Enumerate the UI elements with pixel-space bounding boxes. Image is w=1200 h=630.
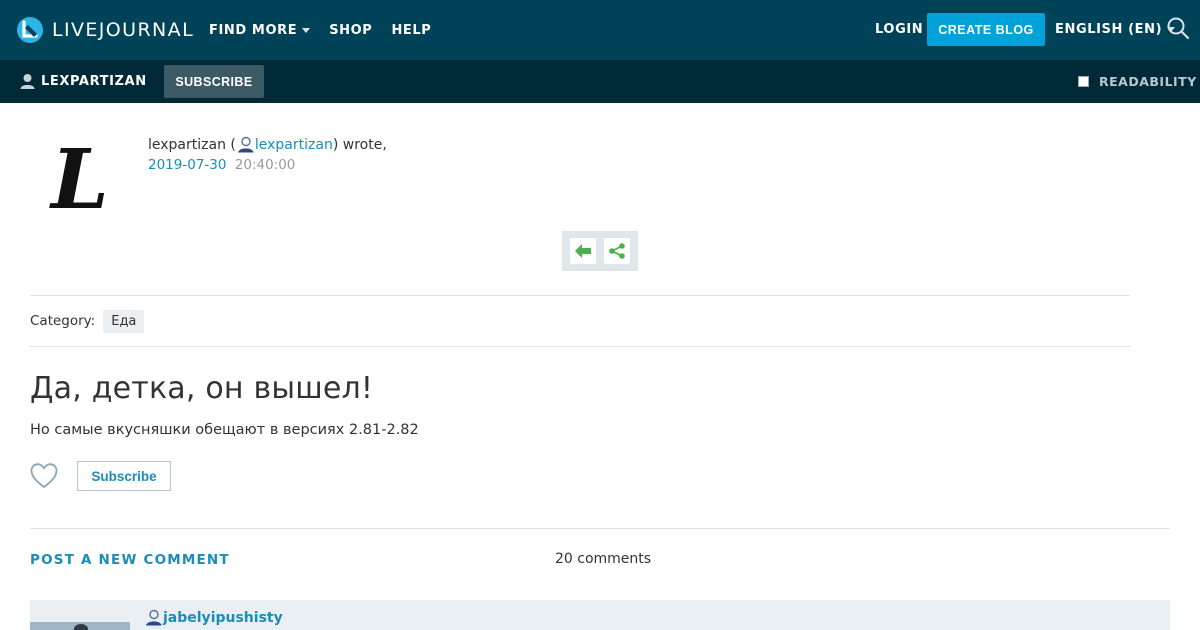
top-navigation-bar: LIVEJOURNAL FIND MORE SHOP HELP LOGIN CR… — [0, 0, 1200, 60]
post-actions — [562, 231, 638, 271]
create-blog-button[interactable]: CREATE BLOG — [927, 13, 1045, 46]
post-new-comment-link[interactable]: POST A NEW COMMENT — [30, 552, 230, 568]
author-line: lexpartizan ( lexpartizan ) wrote, — [148, 136, 387, 153]
search-icon[interactable] — [1166, 16, 1190, 40]
share-icon — [609, 243, 625, 259]
author-name: lexpartizan — [148, 136, 226, 153]
user-profile-icon — [146, 609, 162, 626]
post-subscribe-button[interactable]: Subscribe — [77, 461, 171, 491]
post-title: Да, детка, он вышел! — [30, 371, 374, 406]
language-selector[interactable]: ENGLISH (EN) — [1055, 22, 1176, 37]
commenter-avatar[interactable] — [30, 622, 130, 630]
commenter-link[interactable]: jabelyipushisty — [144, 609, 283, 626]
avatar-shape — [74, 624, 88, 630]
divider — [30, 346, 1130, 347]
heart-icon[interactable] — [30, 462, 58, 490]
readability-toggle[interactable]: READABILITY — [1078, 74, 1197, 89]
author-avatar[interactable]: L — [40, 130, 120, 228]
readability-checkbox[interactable] — [1078, 76, 1089, 87]
post-body: Но самые вкусняшки обещают в версиях 2.8… — [30, 422, 419, 438]
divider — [30, 528, 1170, 529]
livejournal-logo-icon — [17, 17, 43, 43]
commenter-name: jabelyipushisty — [163, 609, 283, 626]
post-time: 20:40:00 — [234, 157, 296, 173]
journal-username: LEXPARTIZAN — [41, 73, 147, 89]
wrote-text: wrote, — [342, 136, 387, 153]
reblog-button[interactable] — [570, 238, 596, 264]
category-label: Category: — [30, 313, 96, 329]
arrow-left-icon — [575, 244, 591, 258]
nav-find-more-label: FIND MORE — [209, 22, 298, 38]
gothic-l-avatar-icon: L — [49, 132, 109, 228]
login-link[interactable]: LOGIN — [875, 22, 923, 37]
avatar-letter: L — [49, 132, 109, 220]
comment-count[interactable]: 20 comments — [555, 551, 651, 567]
nav-shop[interactable]: SHOP — [329, 23, 372, 38]
user-icon — [20, 74, 35, 89]
nav-help-label: HELP — [391, 22, 432, 38]
category-tag[interactable]: Еда — [103, 309, 145, 333]
paren-open: ( — [225, 136, 236, 153]
chevron-down-icon — [302, 27, 311, 33]
readability-label: READABILITY — [1099, 74, 1197, 89]
nav-help[interactable]: HELP — [391, 23, 431, 38]
journal-bar: LEXPARTIZAN SUBSCRIBE READABILITY — [0, 60, 1200, 103]
main-nav: FIND MORE SHOP HELP — [209, 0, 450, 60]
language-label: ENGLISH (EN) — [1055, 22, 1163, 37]
comment-item: jabelyipushisty — [30, 600, 1170, 630]
post-datetime: 2019-07-30 20:40:00 — [148, 157, 295, 173]
post-date-link[interactable]: 2019-07-30 — [148, 157, 226, 173]
journal-subscribe-button[interactable]: SUBSCRIBE — [164, 65, 264, 98]
divider — [30, 295, 1130, 296]
livejournal-logo[interactable]: LIVEJOURNAL — [16, 15, 194, 45]
author-profile-link[interactable]: lexpartizan — [255, 137, 333, 153]
nav-shop-label: SHOP — [329, 22, 373, 38]
share-button[interactable] — [604, 238, 630, 264]
post-category: Category: Еда — [30, 308, 145, 334]
logo-text: LIVEJOURNAL — [52, 19, 195, 41]
user-profile-icon[interactable] — [237, 136, 254, 153]
paren-close: ) — [332, 136, 343, 153]
journal-user-link[interactable]: LEXPARTIZAN — [20, 73, 147, 89]
nav-find-more[interactable]: FIND MORE — [209, 22, 311, 38]
